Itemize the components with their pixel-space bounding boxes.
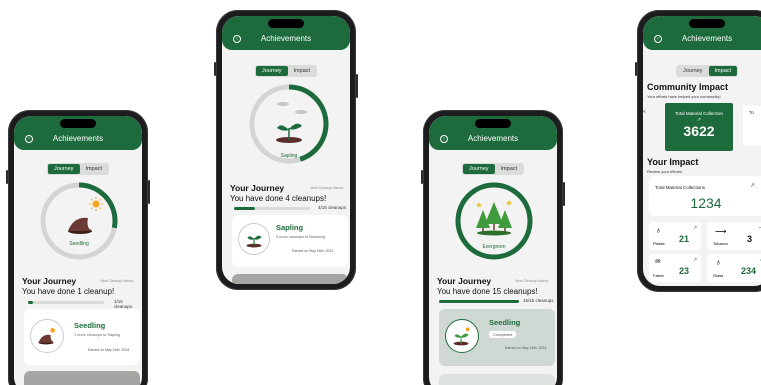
level-name: Sapling	[280, 153, 298, 159]
tab-journey[interactable]: Journey	[255, 66, 288, 76]
header-title: Achievements	[260, 34, 312, 43]
community-impact-title: Community Impact	[647, 82, 729, 92]
mockup-stage: ‹ Achievements Journey Impact Seedling Y…	[0, 0, 761, 385]
header-title: Achievements	[467, 134, 519, 143]
material-value: 21	[679, 234, 690, 244]
cleanup-progress-bar	[234, 207, 310, 210]
tab-impact[interactable]: Impact	[80, 164, 109, 174]
next-card-preview	[24, 371, 140, 385]
community-impact-sub: Your efforts have helped your community!	[647, 94, 721, 99]
material-card-fabric[interactable]: ♒ Fabric 23 ↗	[649, 254, 701, 282]
next-card-label: To	[749, 110, 754, 115]
total-collection-card[interactable]: Total Material Collection ↗ 3622	[665, 103, 733, 151]
phone-sapling: ‹ Achievements Journey Impact Sapling Yo…	[214, 10, 358, 290]
tab-impact[interactable]: Impact	[288, 66, 317, 76]
journey-impact-toggle: Journey Impact	[46, 163, 110, 175]
trend-up-icon: ↗	[693, 257, 698, 263]
achievement-earned-date: Earned on May 16th, 2024	[505, 346, 547, 350]
material-value: 3	[747, 234, 753, 244]
phone-impact: ‹ Achievements Journey Impact Community …	[635, 10, 761, 292]
header-title: Achievements	[681, 34, 733, 43]
cleanup-count: 15/15 cleanups	[523, 298, 554, 303]
tab-journey[interactable]: Journey	[677, 66, 709, 76]
next-card-preview	[232, 274, 348, 284]
sun-icon	[89, 197, 103, 211]
achievement-name: Seedling	[74, 321, 106, 330]
journey-impact-toggle: Journey Impact	[461, 163, 525, 175]
material-card-glass[interactable]: ♁ Glass 234 ↗	[707, 254, 761, 282]
trend-up-icon: ↗	[749, 183, 755, 189]
material-name: Tobacco	[713, 241, 728, 246]
achievement-card[interactable]: Seedling Completed Earned on May 16th, 2…	[439, 309, 555, 366]
material-name: Glass	[713, 273, 724, 278]
achievement-next: 3 more cleanups to Blooming	[276, 235, 326, 239]
material-card-tobacco[interactable]: ⟶ Tobacco 3 —	[707, 222, 761, 250]
cleanup-progress-bar	[28, 301, 104, 304]
cleanup-count: 1/15 cleanups	[114, 299, 133, 309]
level-name: Seedling	[69, 241, 89, 247]
sapling-icon	[276, 123, 302, 143]
cigarette-icon: ⟶	[715, 227, 727, 236]
collection-label: Total Material Collection	[675, 111, 723, 116]
journey-impact-toggle: Journey Impact	[675, 65, 739, 77]
collections-label: Total Material Collections	[655, 185, 706, 190]
your-impact-sub: Review your efforts!	[647, 169, 683, 174]
achievement-name: Sapling	[276, 223, 304, 232]
achievement-earned-date: Earned on May 16th, 2024	[292, 249, 334, 253]
cleanup-history-link[interactable]: View Cleanup History	[515, 279, 548, 283]
seedling-icon	[30, 319, 64, 353]
sapling-icon	[238, 223, 270, 255]
next-collection-card: To	[743, 106, 761, 146]
trend-up-icon: ↗	[693, 225, 698, 231]
phone-seedling: ‹ Achievements Journey Impact Seedling Y…	[6, 110, 150, 385]
evergreen-trees-icon	[476, 200, 512, 236]
collection-value: 3622	[683, 123, 715, 139]
your-impact-title: Your Impact	[647, 157, 699, 167]
cleanup-progress-bar	[439, 300, 519, 303]
journey-title: Your Journey	[437, 276, 492, 286]
header-title: Achievements	[52, 134, 104, 143]
achievement-card[interactable]: Seedling 1 more cleanups to Sapling Earn…	[24, 309, 140, 365]
glass-bottle-icon: ♁	[715, 257, 722, 267]
material-value: 23	[679, 266, 690, 276]
cleanup-history-link[interactable]: View Cleanup History	[100, 279, 133, 283]
cloud-icon	[277, 102, 307, 114]
seedling-icon	[445, 319, 479, 353]
achievement-card[interactable]: Sapling 3 more cleanups to Blooming Earn…	[232, 215, 348, 267]
bottle-icon: ♁	[655, 225, 662, 235]
seed-icon	[68, 217, 92, 234]
tab-impact[interactable]: Impact	[708, 66, 738, 76]
shirt-icon: ♒	[654, 257, 662, 266]
journey-title: Your Journey	[22, 276, 77, 286]
total-collections-card[interactable]: Total Material Collections ↗ 1234	[649, 176, 761, 216]
cleanups-done-text: You have done 4 cleanups!	[230, 194, 327, 203]
journey-title: Your Journey	[230, 183, 285, 193]
progress-ring	[40, 182, 118, 260]
journey-impact-toggle: Journey Impact	[254, 65, 318, 77]
achievement-name: Seedling	[489, 318, 521, 327]
cleanup-count: 4/15 cleanups	[318, 205, 347, 210]
material-card-plastic[interactable]: ♁ Plastic 21 ↗	[649, 222, 701, 250]
achievement-next: 1 more cleanups to Sapling	[74, 333, 121, 337]
material-name: Plastic	[653, 241, 665, 246]
phone-evergreen: ‹ Achievements Journey Impact Evergreen …	[421, 110, 565, 385]
cleanups-done-text: You have done 1 cleanup!	[22, 287, 115, 296]
cleanups-done-text: You have done 15 cleanups!	[437, 287, 538, 296]
achievement-earned-date: Earned on May 16th, 2024	[88, 348, 130, 352]
next-card-preview	[439, 374, 555, 385]
material-value: 234	[741, 266, 757, 276]
tab-journey[interactable]: Journey	[462, 164, 495, 174]
cleanup-history-link[interactable]: View Cleanup History	[310, 186, 343, 190]
completed-badge: Completed	[489, 331, 517, 338]
prev-arrow-icon[interactable]: «	[643, 109, 646, 115]
material-name: Fabric	[653, 273, 665, 278]
tab-journey[interactable]: Journey	[47, 164, 80, 174]
tab-impact[interactable]: Impact	[495, 164, 524, 174]
level-name: Evergreen	[482, 244, 506, 250]
collections-value: 1234	[690, 195, 722, 211]
